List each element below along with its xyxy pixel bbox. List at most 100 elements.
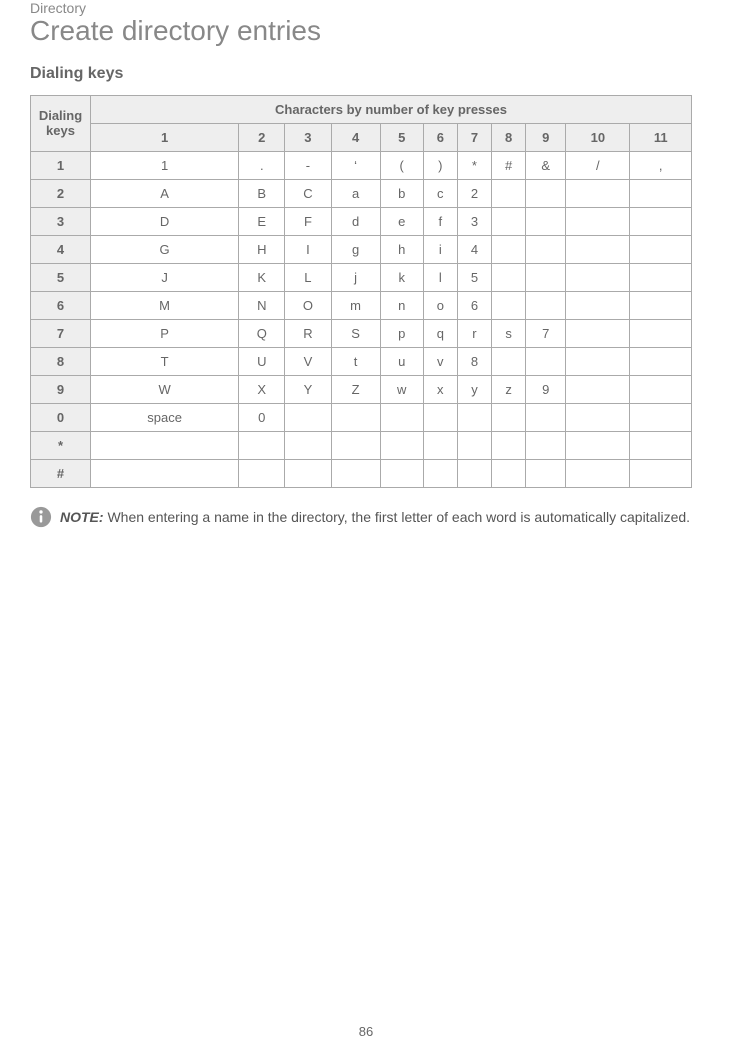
table-cell (526, 403, 566, 431)
column-header: 7 (457, 123, 491, 151)
table-cell: z (492, 375, 526, 403)
table-cell (423, 459, 457, 487)
table-cell (526, 347, 566, 375)
table-cell: G (91, 235, 239, 263)
table-cell (630, 263, 692, 291)
dialing-keys-table: Dialing keys Characters by number of key… (30, 95, 692, 488)
table-cell: 1 (91, 151, 239, 179)
table-cell (566, 263, 630, 291)
table-cell: A (91, 179, 239, 207)
table-row: 5JKLjkl5 (31, 263, 692, 291)
table-cell (630, 207, 692, 235)
table-cell: 7 (526, 319, 566, 347)
table-cell (492, 179, 526, 207)
table-cell: V (285, 347, 331, 375)
section-title: Dialing keys (30, 65, 692, 83)
table-cell: i (423, 235, 457, 263)
table-cell: R (285, 319, 331, 347)
table-cell: & (526, 151, 566, 179)
table-cell (239, 459, 285, 487)
table-cell: D (91, 207, 239, 235)
table-cell: u (380, 347, 423, 375)
row-header: 8 (31, 347, 91, 375)
table-cell (285, 459, 331, 487)
table-row: 11.-‘()*#&/, (31, 151, 692, 179)
table-cell (566, 179, 630, 207)
table-cell (566, 207, 630, 235)
table-cell: 6 (457, 291, 491, 319)
table-cell: c (423, 179, 457, 207)
table-cell: t (331, 347, 380, 375)
table-cell (380, 403, 423, 431)
table-cell: T (91, 347, 239, 375)
table-row: 9WXYZwxyz9 (31, 375, 692, 403)
table-cell: W (91, 375, 239, 403)
column-header: 3 (285, 123, 331, 151)
table-cell: l (423, 263, 457, 291)
table-cell (285, 403, 331, 431)
table-cell: U (239, 347, 285, 375)
table-cell: , (630, 151, 692, 179)
table-cell: j (331, 263, 380, 291)
table-cell: o (423, 291, 457, 319)
table-cell: . (239, 151, 285, 179)
column-header: 11 (630, 123, 692, 151)
table-cell (566, 235, 630, 263)
table-cell: a (331, 179, 380, 207)
row-header: 7 (31, 319, 91, 347)
table-cell (423, 431, 457, 459)
table-cell (630, 347, 692, 375)
column-header: 6 (423, 123, 457, 151)
table-cell (630, 179, 692, 207)
table-cell (380, 431, 423, 459)
table-cell: * (457, 151, 491, 179)
table-cell: r (457, 319, 491, 347)
table-cell (566, 319, 630, 347)
table-cell (285, 431, 331, 459)
row-header: 1 (31, 151, 91, 179)
table-cell: w (380, 375, 423, 403)
table-row: 3DEFdef3 (31, 207, 692, 235)
table-cell (526, 459, 566, 487)
table-cell (526, 431, 566, 459)
table-cell: ) (423, 151, 457, 179)
table-cell (566, 431, 630, 459)
row-header: # (31, 459, 91, 487)
table-cell: h (380, 235, 423, 263)
table-cell (526, 291, 566, 319)
table-cell: e (380, 207, 423, 235)
table-cell: X (239, 375, 285, 403)
table-cell (566, 347, 630, 375)
table-cell (492, 235, 526, 263)
note-label: NOTE: (60, 509, 104, 525)
table-cell (91, 431, 239, 459)
note-body: When entering a name in the directory, t… (104, 509, 690, 525)
table-cell: 5 (457, 263, 491, 291)
table-cell: L (285, 263, 331, 291)
table-cell (492, 291, 526, 319)
table-cell (630, 431, 692, 459)
breadcrumb: Directory (30, 0, 692, 16)
table-cell: H (239, 235, 285, 263)
table-cell: Y (285, 375, 331, 403)
table-cell: v (423, 347, 457, 375)
info-icon (30, 506, 52, 528)
table-cell: S (331, 319, 380, 347)
table-cell: p (380, 319, 423, 347)
table-cell: x (423, 375, 457, 403)
table-cell: # (492, 151, 526, 179)
row-header: * (31, 431, 91, 459)
column-header: 10 (566, 123, 630, 151)
table-row: * (31, 431, 692, 459)
table-cell: Z (331, 375, 380, 403)
table-row: 4GHIghi4 (31, 235, 692, 263)
table-row: # (31, 459, 692, 487)
table-cell: 8 (457, 347, 491, 375)
table-row: 2ABCabc2 (31, 179, 692, 207)
table-cell: f (423, 207, 457, 235)
table-cell (492, 347, 526, 375)
row-header: 2 (31, 179, 91, 207)
table-cell (457, 403, 491, 431)
table-cell: B (239, 179, 285, 207)
column-header: 9 (526, 123, 566, 151)
